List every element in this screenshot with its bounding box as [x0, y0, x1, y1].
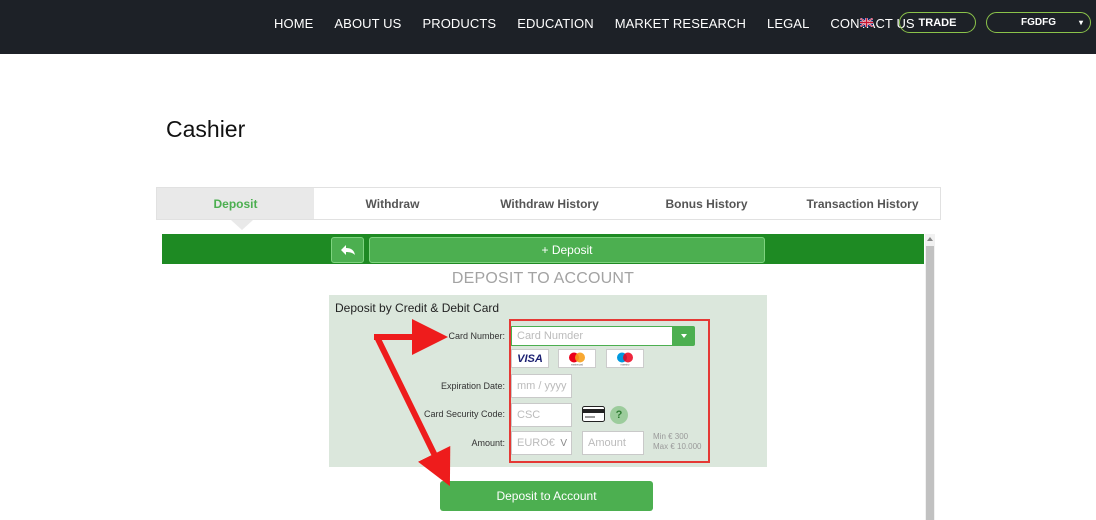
cashier-tabs: Deposit Withdraw Withdraw History Bonus … [156, 187, 941, 220]
card-number-label: Card Number: [448, 331, 505, 341]
nav-item-products[interactable]: PRODUCTS [422, 16, 496, 31]
vertical-scrollbar[interactable] [925, 234, 935, 520]
nav-item-market-research[interactable]: MARKET RESEARCH [615, 16, 746, 31]
uk-flag-icon[interactable] [860, 18, 873, 27]
scrollbar-thumb[interactable] [926, 246, 934, 520]
panel-title: Deposit by Credit & Debit Card [335, 301, 500, 315]
annotation-highlight-frame [509, 319, 710, 463]
deposit-to-account-button[interactable]: Deposit to Account [440, 481, 653, 511]
nav-item-education[interactable]: EDUCATION [517, 16, 594, 31]
tab-deposit[interactable]: Deposit [157, 188, 314, 219]
user-name-label: FGDFG [1021, 17, 1056, 28]
nav-item-legal[interactable]: LEGAL [767, 16, 809, 31]
back-button[interactable] [331, 237, 364, 263]
tab-transaction-history[interactable]: Transaction History [785, 188, 940, 219]
page-title: Cashier [166, 116, 246, 142]
main-nav: HOME ABOUT US PRODUCTS EDUCATION MARKET … [274, 0, 936, 46]
user-account-dropdown[interactable]: FGDFG ▾ [986, 12, 1091, 33]
tab-withdraw[interactable]: Withdraw [314, 188, 471, 219]
tab-bonus-history[interactable]: Bonus History [628, 188, 785, 219]
card-security-code-label: Card Security Code: [423, 409, 505, 419]
scroll-up-arrow-icon[interactable] [927, 237, 933, 241]
amount-label: Amount: [471, 438, 505, 448]
chevron-down-icon: ▾ [1078, 18, 1083, 27]
nav-item-about-us[interactable]: ABOUT US [334, 16, 401, 31]
trade-button[interactable]: TRADE [899, 12, 976, 33]
add-deposit-button[interactable]: + Deposit [369, 237, 765, 263]
top-navigation-bar: HOME ABOUT US PRODUCTS EDUCATION MARKET … [0, 0, 1096, 54]
tab-withdraw-history[interactable]: Withdraw History [471, 188, 628, 219]
reply-arrow-icon [340, 245, 355, 255]
expiration-date-label: Expiration Date: [440, 381, 505, 391]
deposit-heading: DEPOSIT TO ACCOUNT [451, 270, 635, 287]
active-tab-pointer [231, 220, 253, 230]
nav-item-home[interactable]: HOME [274, 16, 313, 31]
